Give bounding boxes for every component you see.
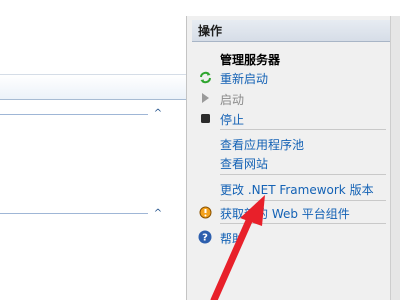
annotation-arrow xyxy=(210,195,265,300)
